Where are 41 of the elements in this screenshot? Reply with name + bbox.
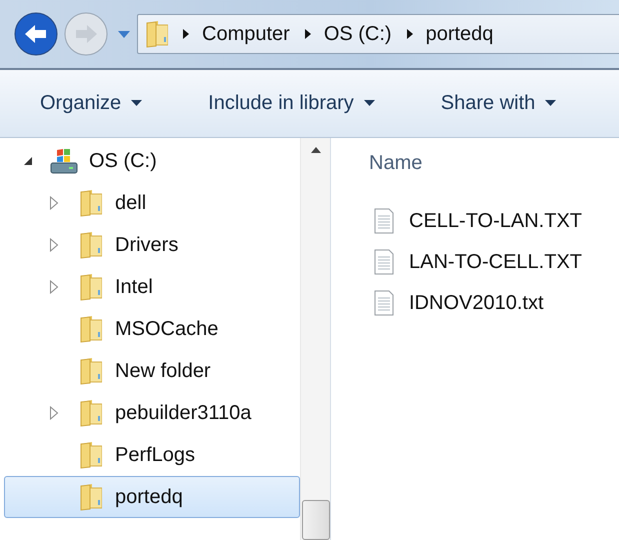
column-header[interactable]: Name bbox=[369, 152, 422, 175]
caret-icon[interactable] bbox=[545, 100, 556, 107]
expand-arrow-icon[interactable] bbox=[49, 406, 59, 420]
text-file-icon bbox=[373, 290, 395, 317]
tree-item[interactable]: portedq bbox=[4, 476, 300, 518]
tree-item[interactable]: New folder bbox=[4, 350, 300, 392]
tree-item[interactable]: pebuilder3110a bbox=[4, 392, 300, 434]
expand-arrow-icon[interactable] bbox=[49, 280, 59, 294]
file-name[interactable]: LAN-TO-CELL.TXT bbox=[409, 251, 582, 274]
expand-arrow-icon[interactable] bbox=[49, 238, 59, 252]
caret-icon[interactable] bbox=[364, 100, 375, 107]
breadcrumb[interactable]: OS (C:) bbox=[324, 22, 392, 46]
toolbar-button[interactable]: Include in library bbox=[198, 84, 385, 123]
scrollbar[interactable] bbox=[300, 138, 330, 540]
toolbar-button[interactable]: Organize bbox=[30, 84, 152, 123]
breadcrumb-arrow-icon[interactable] bbox=[304, 28, 312, 40]
tree-item[interactable]: Drivers bbox=[4, 224, 300, 266]
back-button[interactable] bbox=[13, 11, 59, 57]
file-name[interactable]: CELL-TO-LAN.TXT bbox=[409, 210, 582, 233]
tree-item[interactable]: dell bbox=[4, 182, 300, 224]
recent-pages-dropdown[interactable] bbox=[117, 29, 131, 39]
scrollbar-thumb[interactable] bbox=[302, 500, 330, 540]
drive-icon bbox=[49, 147, 79, 175]
expand-arrow-icon[interactable] bbox=[49, 196, 59, 210]
scroll-up-icon[interactable] bbox=[310, 146, 322, 154]
text-file-icon bbox=[373, 249, 395, 276]
breadcrumb-arrow-icon[interactable] bbox=[182, 28, 190, 40]
file-name[interactable]: IDNOV2010.txt bbox=[409, 292, 544, 315]
collapse-arrow-icon[interactable] bbox=[23, 156, 33, 166]
tree-item[interactable]: MSOCache bbox=[4, 308, 300, 350]
caret-icon[interactable] bbox=[131, 100, 142, 107]
address-bar[interactable]: Computer OS (C:) portedq bbox=[137, 14, 619, 54]
breadcrumb[interactable]: Computer bbox=[202, 22, 290, 46]
breadcrumb-arrow-icon[interactable] bbox=[406, 28, 414, 40]
tree-item[interactable]: Intel bbox=[4, 266, 300, 308]
breadcrumb[interactable]: portedq bbox=[426, 22, 494, 46]
folder-icon bbox=[144, 19, 168, 49]
tree-item[interactable]: PerfLogs bbox=[4, 434, 300, 476]
toolbar-button[interactable]: Share with bbox=[430, 84, 566, 123]
text-file-icon bbox=[373, 208, 395, 235]
tree-item[interactable]: OS (C:) bbox=[4, 140, 300, 182]
